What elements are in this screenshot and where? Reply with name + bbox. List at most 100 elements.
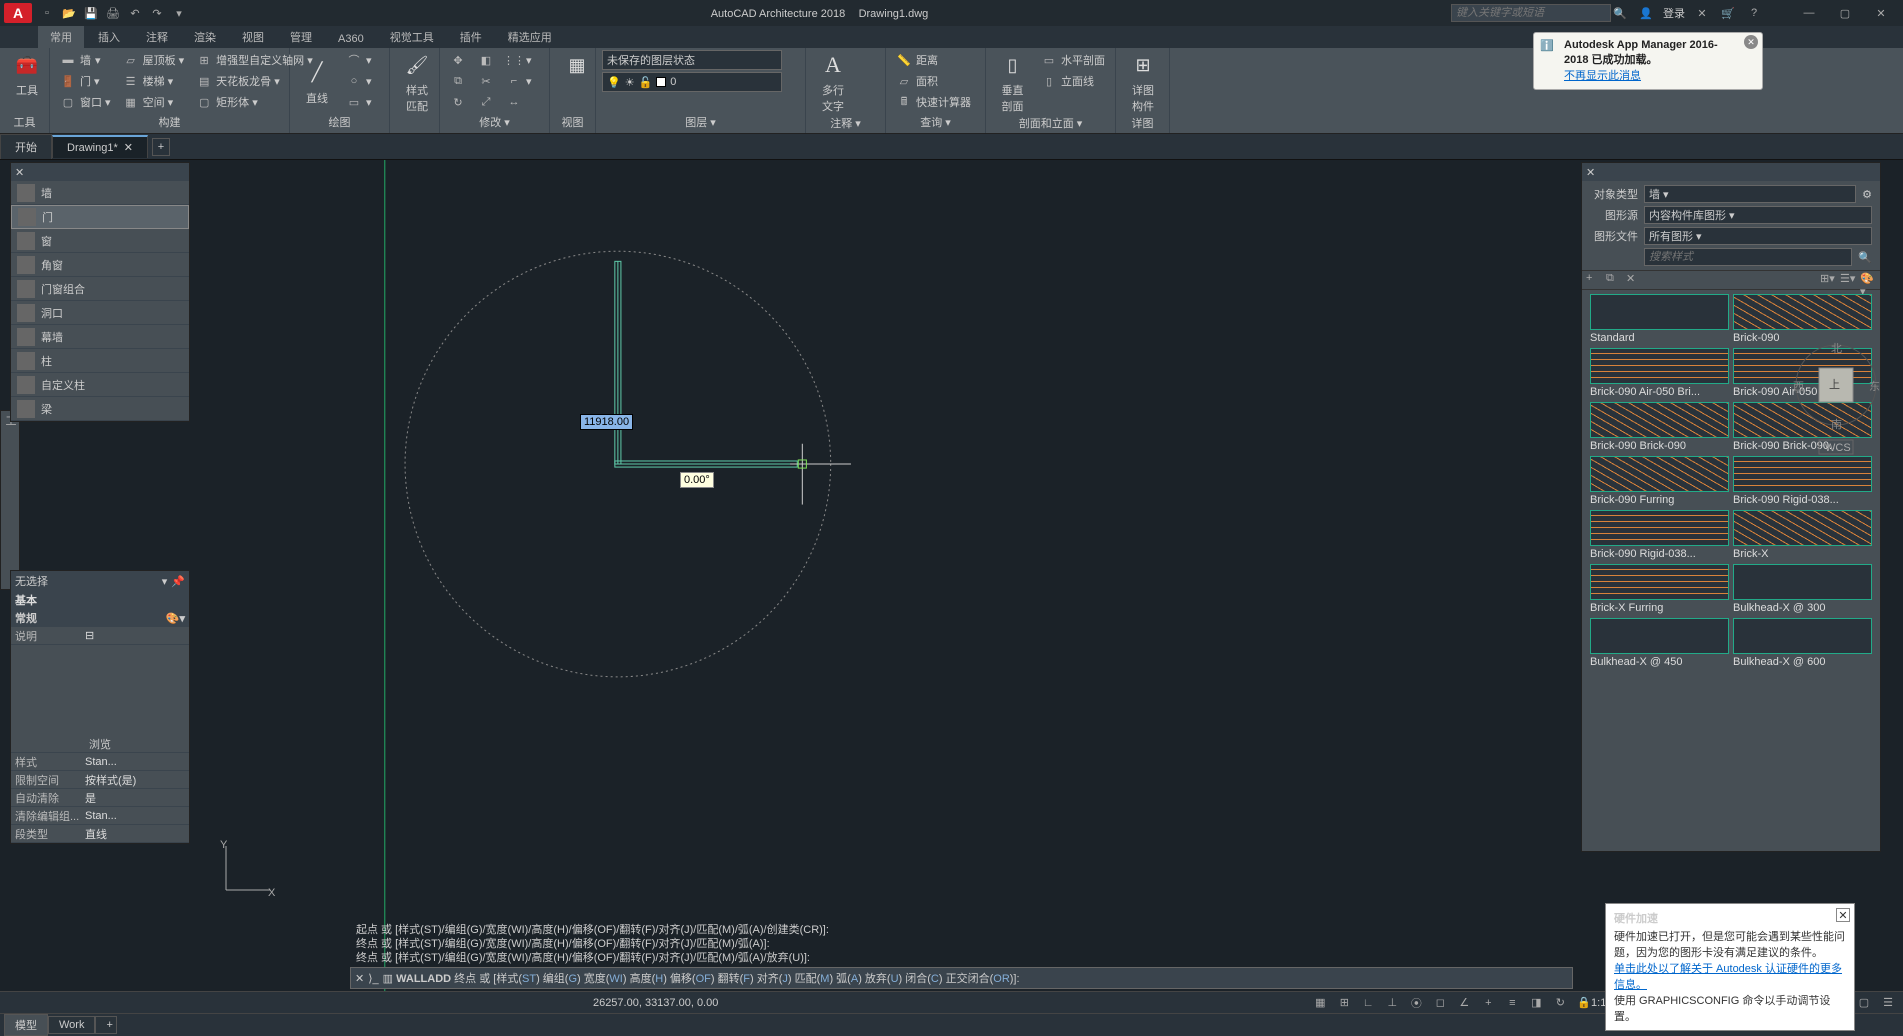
grid-toggle[interactable]: ⊞ <box>1335 994 1353 1012</box>
layer-state-combo[interactable]: 未保存的图层状态 <box>602 50 782 70</box>
help-search-input[interactable] <box>1451 4 1611 22</box>
clean-screen-icon[interactable]: ▢ <box>1855 994 1873 1012</box>
save-icon[interactable]: 💾 <box>82 4 100 22</box>
search-icon[interactable]: 🔍 <box>1858 251 1872 264</box>
layout-work[interactable]: Work <box>48 1016 95 1034</box>
fillet-button[interactable]: ⌐▾ <box>502 71 536 91</box>
tool-palette-item[interactable]: 自定义柱 <box>11 373 189 397</box>
tab-addins[interactable]: 插件 <box>448 26 494 48</box>
property-row[interactable]: 段类型直线 <box>11 825 189 843</box>
tool-palette-item[interactable]: 角窗 <box>11 253 189 277</box>
roof-panel-button[interactable]: ▱屋顶板 ▾ <box>119 50 189 70</box>
search-icon[interactable]: 🔍 <box>1611 4 1629 22</box>
qat-more-icon[interactable]: ▾ <box>170 4 188 22</box>
close-icon[interactable]: ✕ <box>15 166 24 179</box>
trim-button[interactable]: ✂ <box>474 71 498 91</box>
add-icon[interactable]: + <box>1586 272 1602 288</box>
ucs-icon[interactable]: YX <box>218 838 278 901</box>
mirror-button[interactable]: ◧ <box>474 50 498 70</box>
prop-row-desc[interactable]: 说明⊟ <box>11 627 189 645</box>
copy-icon[interactable]: ⧉ <box>1606 272 1622 288</box>
close-icon[interactable]: ✕ <box>1863 0 1899 26</box>
help-icon[interactable]: ? <box>1745 4 1763 22</box>
tab-visual[interactable]: 视觉工具 <box>378 26 446 48</box>
osnap-toggle[interactable]: ◻ <box>1431 994 1449 1012</box>
prop-head[interactable]: 无选择 ▾ 📌 <box>11 571 189 591</box>
distance-button[interactable]: 📏距离 <box>892 50 975 70</box>
style-item[interactable]: Brick-X Furring <box>1590 564 1729 614</box>
cycle-toggle[interactable]: ↻ <box>1551 994 1569 1012</box>
property-row[interactable]: 限制空间按样式(是) <box>11 771 189 789</box>
circle-button[interactable]: ○▾ <box>342 71 376 91</box>
tab-render[interactable]: 渲染 <box>182 26 228 48</box>
match-style-button[interactable]: 🖌样式 匹配 <box>396 50 438 114</box>
undo-icon[interactable]: ↶ <box>126 4 144 22</box>
minimize-icon[interactable]: — <box>1791 0 1827 26</box>
tool-palette-item[interactable]: 幕墙 <box>11 325 189 349</box>
style-item[interactable]: Brick-090 <box>1733 294 1872 344</box>
layer-current-combo[interactable]: 💡☀🔓 0 <box>602 72 782 92</box>
window-button[interactable]: ▢窗口 ▾ <box>56 92 115 112</box>
space-button[interactable]: ▦空间 ▾ <box>119 92 189 112</box>
polar-toggle[interactable]: ⦿ <box>1407 994 1425 1012</box>
command-line[interactable]: ✕ ⟩_ ▥ WALLADD 终点 或 [样式(ST) 编组(G) 宽度(WI)… <box>350 967 1573 989</box>
redo-icon[interactable]: ↷ <box>148 4 166 22</box>
arc-button[interactable]: ⌒▾ <box>342 50 376 70</box>
line-button[interactable]: ╱直线 <box>296 50 338 113</box>
file-select[interactable]: 所有图形 ▾ <box>1644 227 1872 245</box>
tab-view[interactable]: 视图 <box>230 26 276 48</box>
tab-start[interactable]: 开始 <box>0 134 52 159</box>
object-type-select[interactable]: 墙 ▾ <box>1644 185 1856 203</box>
view-button[interactable]: ▦ <box>556 50 598 80</box>
detail-button[interactable]: ⊞详图 构件 <box>1122 50 1164 114</box>
view-grid-icon[interactable]: ⊞▾ <box>1820 272 1836 288</box>
style-item[interactable]: Brick-090 Rigid-038... <box>1733 456 1872 506</box>
tool-palette-item[interactable]: 洞口 <box>11 301 189 325</box>
color-wheel-icon[interactable]: 🎨▾ <box>1860 272 1876 288</box>
prop-group-general[interactable]: 常规🎨▾ <box>11 609 189 627</box>
new-icon[interactable]: ▫ <box>38 4 56 22</box>
vsect-button[interactable]: ▯垂直 剖面 <box>992 50 1033 114</box>
rect-button[interactable]: ▭▾ <box>342 92 376 112</box>
elev-button[interactable]: ▯立面线 <box>1037 71 1109 91</box>
otrack-toggle[interactable]: ∠ <box>1455 994 1473 1012</box>
tab-drawing1[interactable]: Drawing1*✕ <box>52 135 148 158</box>
style-item[interactable]: Bulkhead-X @ 450 <box>1590 618 1729 668</box>
cart-icon[interactable]: 🛒 <box>1719 4 1737 22</box>
style-item[interactable]: Brick-090 Furring <box>1590 456 1729 506</box>
hsect-button[interactable]: ▭水平剖面 <box>1037 50 1109 70</box>
tab-manage[interactable]: 管理 <box>278 26 324 48</box>
style-item[interactable]: Brick-X <box>1733 510 1872 560</box>
door-button[interactable]: 🚪门 ▾ <box>56 71 115 91</box>
mtext-button[interactable]: A多行 文字 <box>812 50 854 114</box>
tool-palette-head[interactable]: ✕ <box>11 163 189 181</box>
dynamic-length-input[interactable]: 11918.00 <box>580 414 633 430</box>
model-toggle[interactable]: ▦ <box>1311 994 1329 1012</box>
tool-palette-item[interactable]: 门 <box>11 205 189 229</box>
stretch-button[interactable]: ↔ <box>502 92 536 112</box>
move-button[interactable]: ✥ <box>446 50 470 70</box>
style-item[interactable]: Brick-090 Air-050 Bri... <box>1590 348 1729 398</box>
app-logo[interactable]: A <box>4 3 32 23</box>
snap-toggle[interactable]: ∟ <box>1359 994 1377 1012</box>
style-item[interactable]: Standard <box>1590 294 1729 344</box>
tool-palette-item[interactable]: 窗 <box>11 229 189 253</box>
lineweight-toggle[interactable]: ≡ <box>1503 994 1521 1012</box>
login-button[interactable]: 登录 <box>1663 5 1685 21</box>
tab-home[interactable]: 常用 <box>38 26 84 48</box>
tab-close-icon[interactable]: ✕ <box>124 141 133 154</box>
pin-icon[interactable]: 📌 <box>171 575 185 588</box>
copy-button[interactable]: ⧉ <box>446 71 470 91</box>
close-icon[interactable]: ✕ <box>1586 166 1595 179</box>
maximize-icon[interactable]: ▢ <box>1827 0 1863 26</box>
rotate-button[interactable]: ↻ <box>446 92 470 112</box>
stair-button[interactable]: ☰楼梯 ▾ <box>119 71 189 91</box>
open-icon[interactable]: 📂 <box>60 4 78 22</box>
style-item[interactable]: Bulkhead-X @ 600 <box>1733 618 1872 668</box>
tool-palette-item[interactable]: 门窗组合 <box>11 277 189 301</box>
tool-palette-item[interactable]: 墙 <box>11 181 189 205</box>
layout-add-icon[interactable]: + <box>95 1016 117 1034</box>
drawing-canvas[interactable]: 11918.00 0.00° YX <box>200 160 1583 991</box>
prop-group-basic[interactable]: 基本 <box>11 591 189 609</box>
tool-palette-item[interactable]: 柱 <box>11 349 189 373</box>
